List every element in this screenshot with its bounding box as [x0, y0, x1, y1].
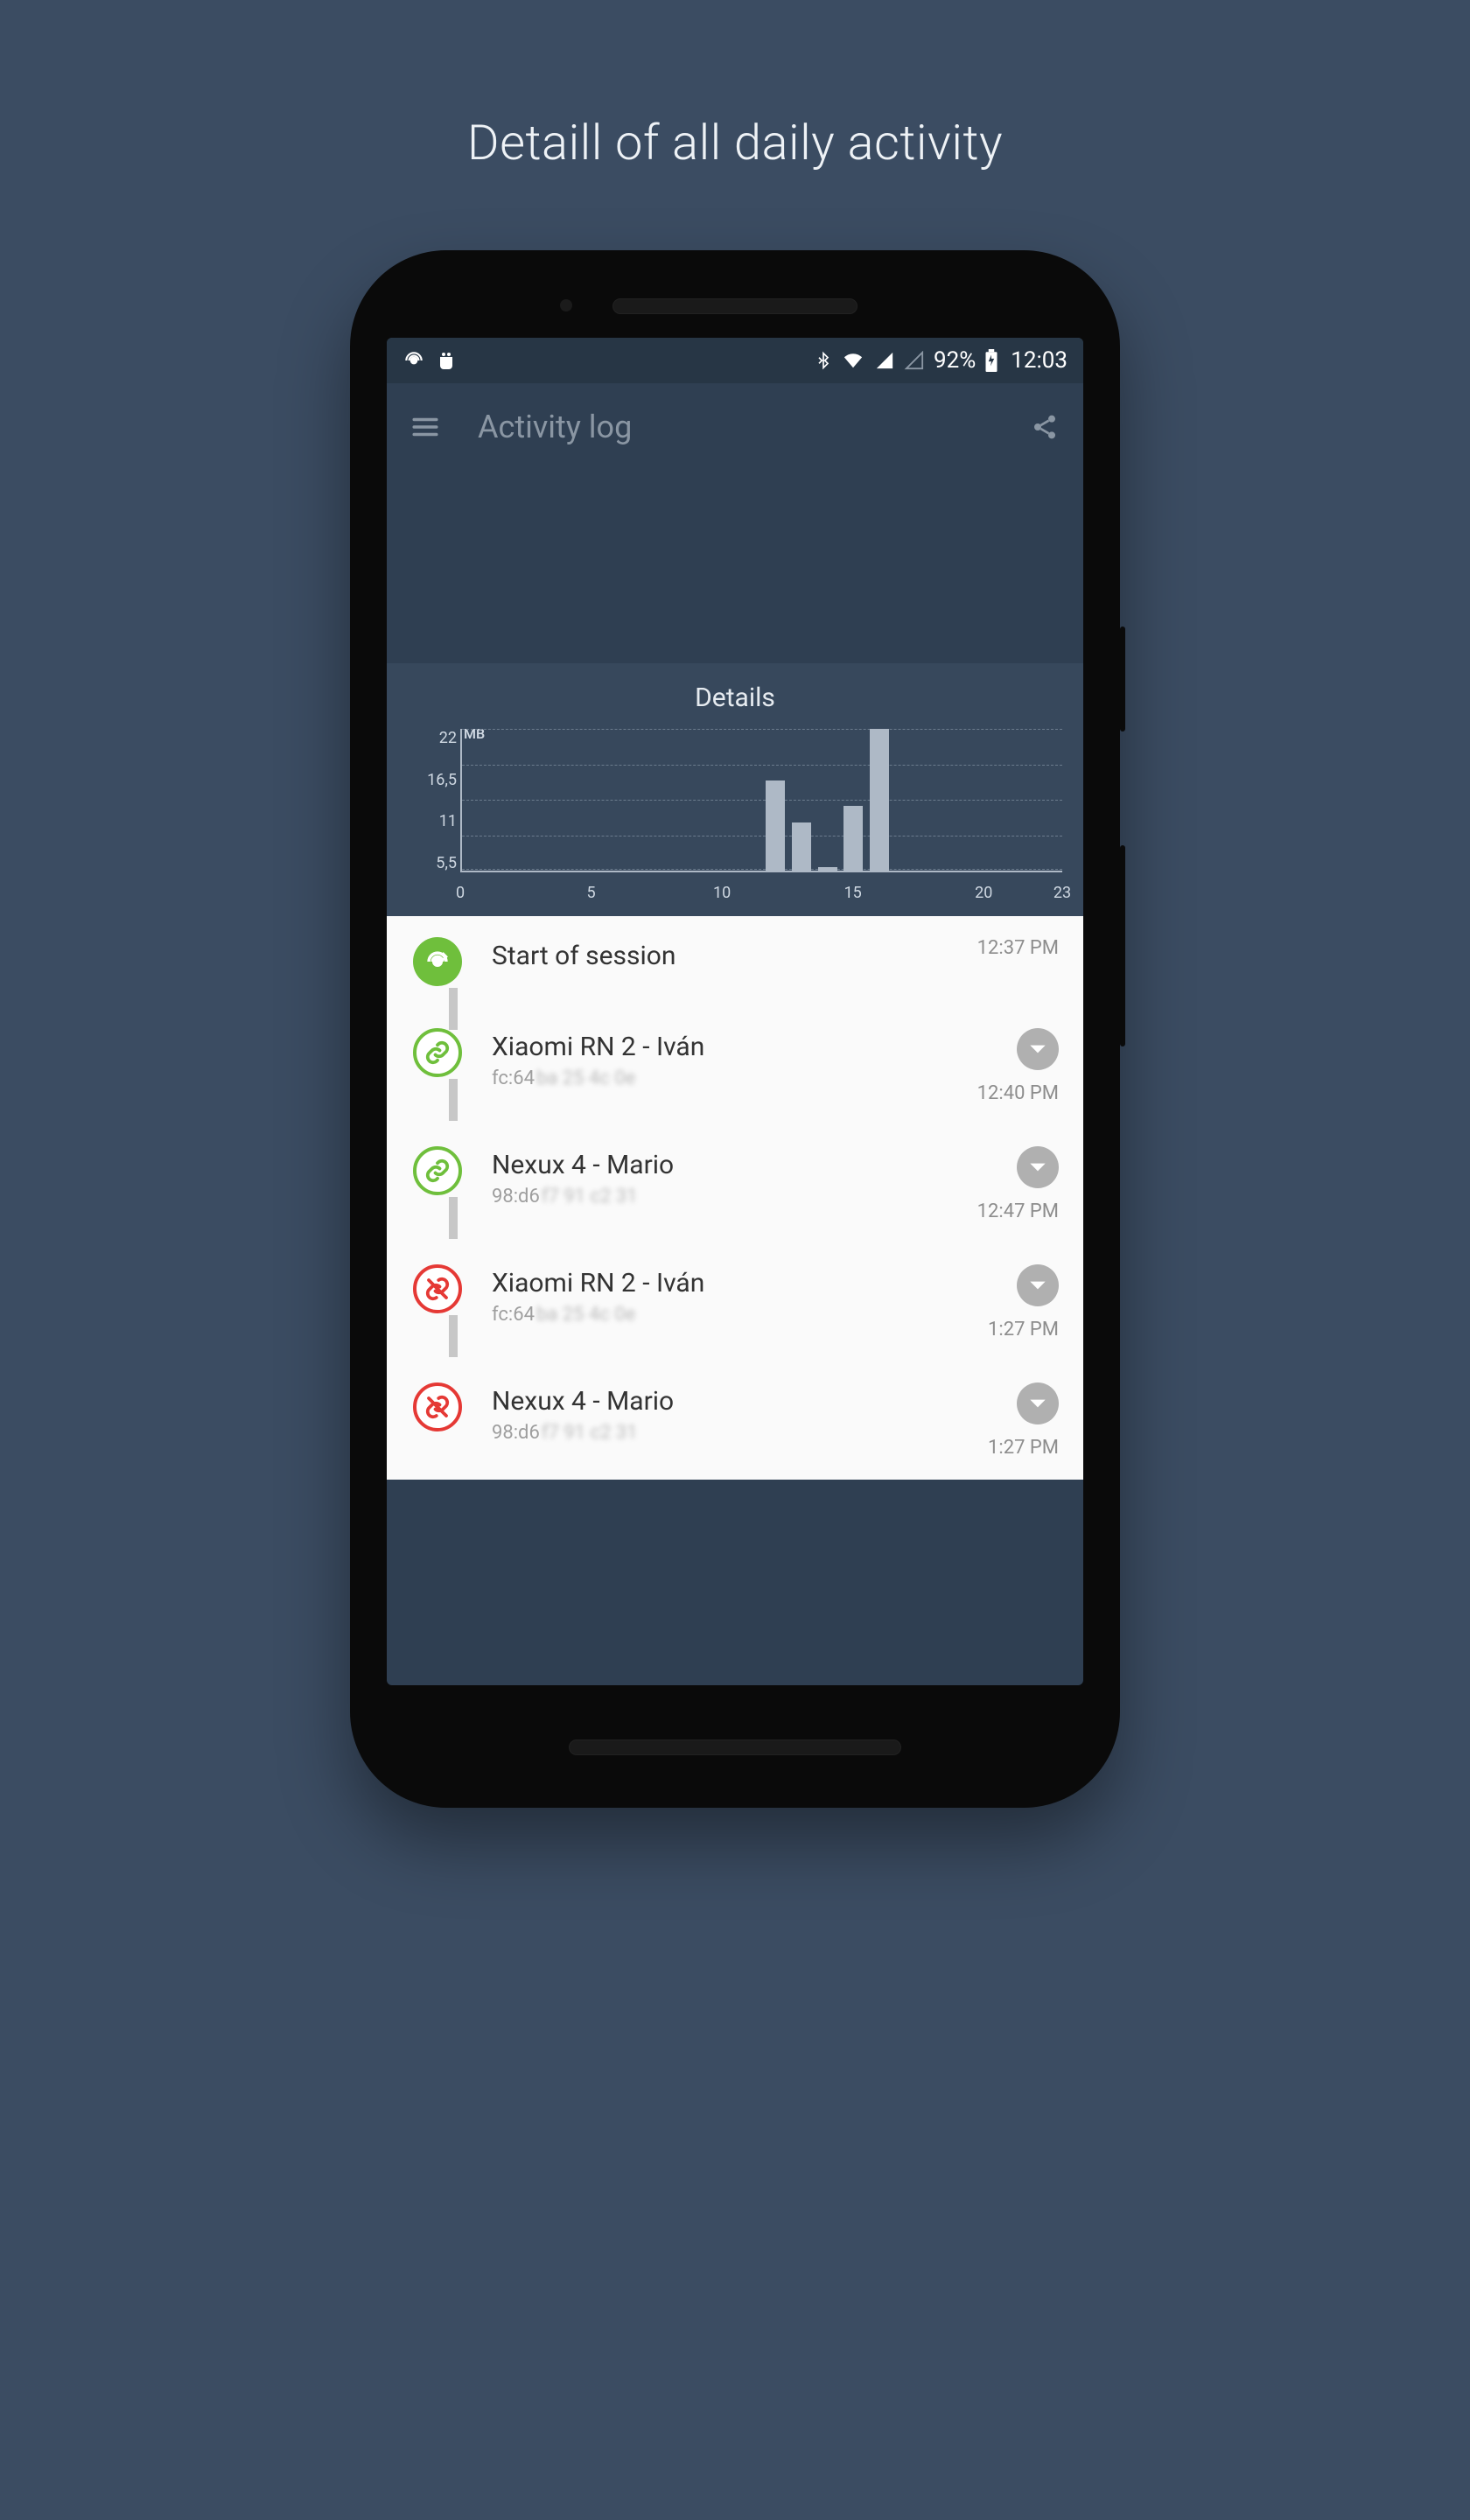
activity-row-body: Nexux 4 - Mario 98:d6f7 91 c2 31: [472, 1146, 936, 1208]
chart-bars: [462, 729, 1062, 871]
activity-row-title: Start of session: [492, 941, 936, 971]
signal-full-icon: [874, 351, 895, 370]
chart-bar: [818, 867, 837, 871]
chart-bar: [766, 780, 785, 871]
activity-row-time: 12:37 PM: [977, 937, 1059, 959]
expand-button[interactable]: [1017, 1146, 1059, 1188]
activity-row[interactable]: Xiaomi RN 2 - Iván fc:64ba 25 4c 0e 1:27 P…: [387, 1243, 1083, 1362]
share-button[interactable]: [1027, 410, 1062, 444]
activity-row-tail: 12:40 PM: [936, 1028, 1059, 1104]
expand-button[interactable]: [1017, 1264, 1059, 1306]
timeline-node: [402, 1382, 472, 1432]
chart-x-axis: 0510152023: [460, 876, 1062, 904]
screen: 92% 12:03 Activity log Detail: [387, 338, 1083, 1685]
timeline-node: [402, 937, 472, 986]
activity-row-tail: 12:47 PM: [936, 1146, 1059, 1222]
expand-button[interactable]: [1017, 1028, 1059, 1070]
timeline-line: [449, 1079, 458, 1121]
activity-row-time: 1:27 PM: [988, 1319, 1059, 1340]
activity-row-tail: 12:37 PM: [936, 937, 1059, 959]
activity-row-mac: 98:d6f7 91 c2 31: [492, 1186, 936, 1208]
chart-panel: Details 22MB 16,5 11 5,5 0 5 10 15 20 23: [387, 663, 1083, 916]
activity-row[interactable]: Start of session 12:37 PM: [387, 916, 1083, 1007]
activity-row-time: 12:47 PM: [977, 1200, 1059, 1222]
timeline-node: [402, 1264, 472, 1313]
activity-row-mac: fc:64ba 25 4c 0e: [492, 1304, 936, 1326]
menu-button[interactable]: [408, 410, 443, 444]
activity-row-mac: fc:64ba 25 4c 0e: [492, 1068, 936, 1089]
chart-bar: [792, 822, 811, 871]
chart-x-tick: 0: [456, 884, 465, 902]
battery-pct: 92%: [934, 347, 976, 374]
chart-x-tick: 20: [975, 884, 992, 902]
chart-x-tick: 23: [1054, 884, 1071, 902]
activity-row-body: Xiaomi RN 2 - Iván fc:64ba 25 4c 0e: [472, 1264, 936, 1326]
timeline-node: [402, 1028, 472, 1077]
link-disconnect-icon: [413, 1264, 462, 1313]
activity-row[interactable]: Xiaomi RN 2 - Iván fc:64ba 25 4c 0e 12:40 …: [387, 1007, 1083, 1125]
debug-notif-icon: [436, 350, 457, 371]
phone-speaker-bottom: [569, 1740, 901, 1755]
activity-row-body: Start of session: [472, 937, 936, 971]
activity-row-mac: 98:d6f7 91 c2 31: [492, 1422, 936, 1444]
wifi-icon: [841, 351, 865, 370]
activity-row-title: Xiaomi RN 2 - Iván: [492, 1268, 936, 1298]
activity-row[interactable]: Nexux 4 - Mario 98:d6f7 91 c2 31 1:27 PM: [387, 1362, 1083, 1480]
timeline-line: [449, 1197, 458, 1239]
chart-x-tick: 5: [587, 884, 596, 902]
phone-volume-button: [1120, 845, 1125, 1046]
activity-row-time: 12:40 PM: [977, 1082, 1059, 1104]
phone-frame: 92% 12:03 Activity log Detail: [350, 250, 1120, 1808]
chart-bar: [870, 729, 889, 871]
session-start-icon: [413, 937, 462, 986]
phone-power-button: [1120, 626, 1125, 732]
link-disconnect-icon: [413, 1382, 462, 1432]
hamburger-icon: [410, 412, 440, 442]
chart-title: Details: [408, 682, 1062, 713]
status-clock: 12:03: [1011, 347, 1068, 374]
hotspot-notif-icon: [402, 349, 425, 372]
phone-speaker-top: [612, 298, 858, 314]
activity-row[interactable]: Nexux 4 - Mario 98:d6f7 91 c2 31 12:47 PM: [387, 1125, 1083, 1243]
signal-empty-icon: [904, 351, 925, 370]
expand-button[interactable]: [1017, 1382, 1059, 1424]
phone-camera: [560, 299, 572, 312]
bluetooth-icon: [815, 349, 832, 372]
status-bar: 92% 12:03: [387, 338, 1083, 383]
chart-x-tick: 10: [713, 884, 731, 902]
activity-row-body: Nexux 4 - Mario 98:d6f7 91 c2 31: [472, 1382, 936, 1444]
timeline-line: [449, 1315, 458, 1357]
share-icon: [1031, 413, 1059, 441]
link-connect-icon: [413, 1028, 462, 1077]
activity-row-title: Nexux 4 - Mario: [492, 1386, 936, 1417]
header-spacer: [387, 471, 1083, 663]
chart-y-axis: 22MB 16,5 11 5,5: [410, 729, 457, 872]
promo-title: Detaill of all daily activity: [467, 114, 1003, 172]
activity-list[interactable]: Start of session 12:37 PM Xiaomi RN 2 - Iv…: [387, 916, 1083, 1480]
app-bar: Activity log: [387, 383, 1083, 471]
activity-row-tail: 1:27 PM: [936, 1264, 1059, 1340]
chart-bar: [844, 806, 863, 871]
chart-plot: [460, 729, 1062, 872]
battery-charging-icon: [984, 349, 998, 372]
link-connect-icon: [413, 1146, 462, 1195]
activity-row-time: 1:27 PM: [988, 1437, 1059, 1459]
activity-row-title: Xiaomi RN 2 - Iván: [492, 1032, 936, 1062]
chart-area[interactable]: 22MB 16,5 11 5,5 0510152023: [460, 729, 1062, 904]
activity-row-tail: 1:27 PM: [936, 1382, 1059, 1459]
app-title: Activity log: [478, 409, 1027, 445]
timeline-node: [402, 1146, 472, 1195]
activity-row-body: Xiaomi RN 2 - Iván fc:64ba 25 4c 0e: [472, 1028, 936, 1089]
activity-row-title: Nexux 4 - Mario: [492, 1150, 936, 1180]
chart-x-tick: 15: [844, 884, 862, 902]
